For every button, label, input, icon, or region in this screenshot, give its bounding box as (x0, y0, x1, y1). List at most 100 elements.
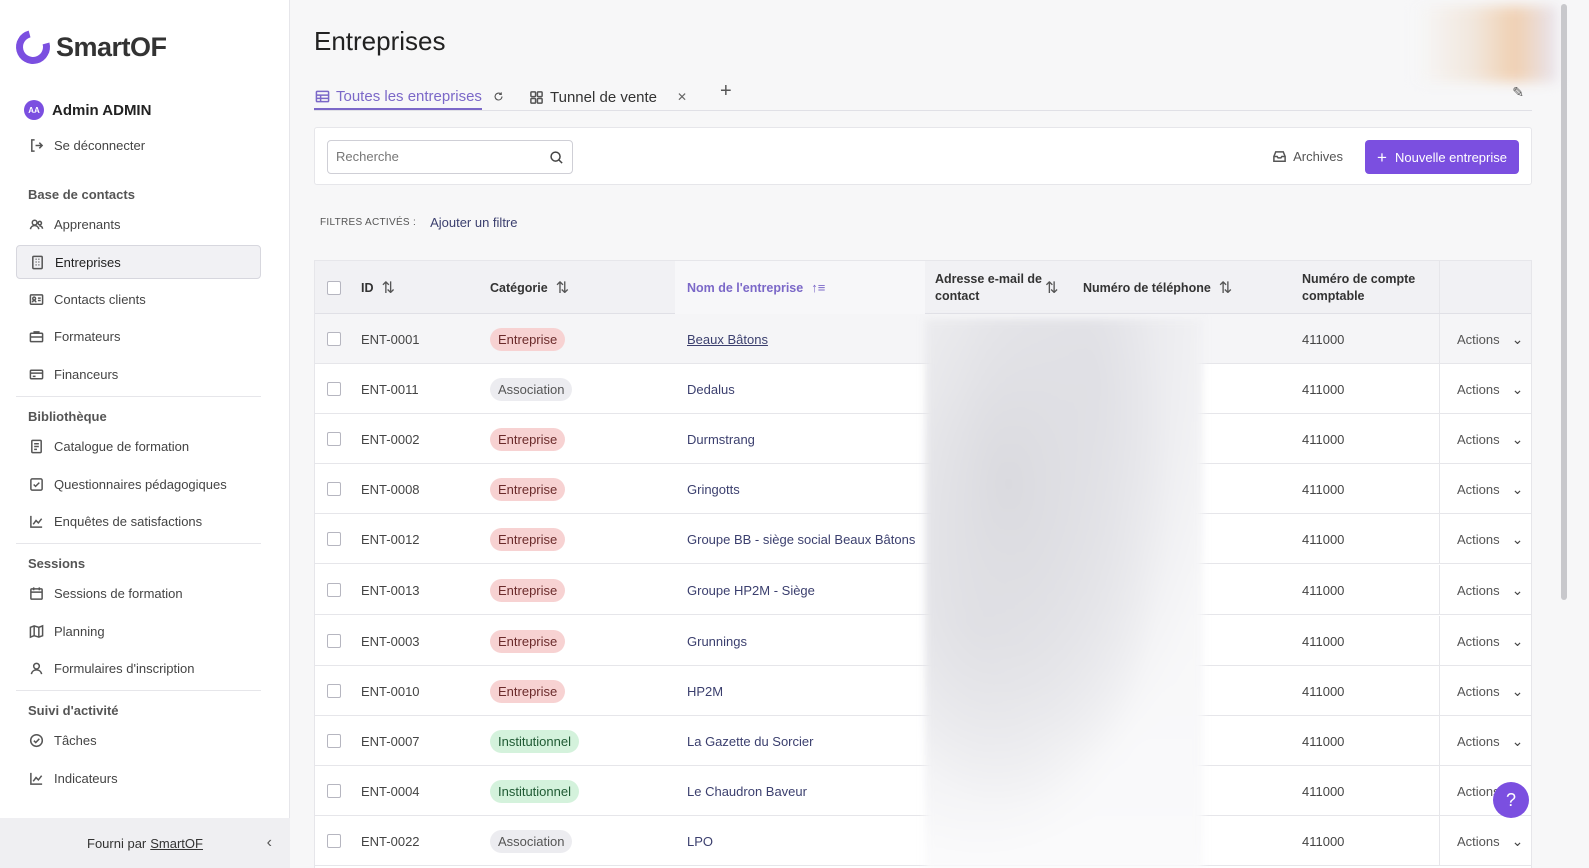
actions-label: Actions (1457, 633, 1500, 649)
cell-account: 411000 (1302, 783, 1345, 799)
tab-all-companies[interactable]: Toutes les entreprises (314, 84, 482, 110)
sidebar-item-catalogue[interactable]: Catalogue de formation (16, 429, 261, 463)
sidebar-item-entreprises[interactable]: Entreprises (16, 245, 261, 279)
actions-dropdown[interactable]: Actions ⌄ (1457, 364, 1523, 414)
row-checkbox[interactable] (327, 684, 341, 698)
sort-icon[interactable]: ⇅ (556, 278, 569, 298)
chevron-down-icon: ⌄ (1511, 632, 1524, 649)
tab-sales-funnel[interactable]: Tunnel de vente ✕ (528, 84, 687, 110)
book-icon (28, 438, 44, 454)
sidebar-item-apprenants[interactable]: Apprenants (16, 207, 261, 241)
sidebar-item-financeurs[interactable]: Financeurs (16, 357, 261, 391)
edit-icon[interactable]: ✎ (1512, 84, 1524, 101)
actions-dropdown[interactable]: Actions ⌄ (1457, 464, 1523, 514)
logout-link[interactable]: Se déconnecter (28, 137, 145, 153)
column-header-id[interactable]: ID ⇅ (361, 261, 395, 314)
add-filter-button[interactable]: Ajouter un filtre (430, 215, 517, 230)
cell-account: 411000 (1302, 683, 1345, 699)
cell-company-name[interactable]: HP2M (687, 666, 723, 716)
actions-dropdown[interactable]: Actions ⌄ (1457, 514, 1523, 564)
column-header-name[interactable]: Nom de l'entreprise ↑≡ (687, 261, 825, 314)
row-checkbox[interactable] (327, 834, 341, 848)
column-header-account[interactable]: Numéro de compte comptable (1302, 261, 1432, 314)
sidebar-item-sessions[interactable]: Sessions de formation (16, 576, 261, 610)
scrollbar[interactable] (1561, 4, 1567, 600)
footer-link[interactable]: SmartOF (150, 836, 203, 851)
row-checkbox[interactable] (327, 784, 341, 798)
row-checkbox[interactable] (327, 583, 341, 597)
column-header-phone[interactable]: Numéro de téléphone ⇅ (1083, 261, 1232, 314)
table-row[interactable]: ENT-0001 Entreprise Beaux Bâtons 411000 Acti… (315, 314, 1531, 364)
row-checkbox[interactable] (327, 432, 341, 446)
actions-dropdown[interactable]: Actions ⌄ (1457, 666, 1523, 716)
cell-id: ENT-0001 (361, 331, 420, 347)
new-company-button[interactable]: + Nouvelle entreprise (1365, 140, 1519, 174)
cell-company-name[interactable]: Dedalus (687, 364, 735, 414)
actions-dropdown[interactable]: Actions ⌄ (1457, 816, 1523, 866)
cell-company-name[interactable]: Durmstrang (687, 414, 755, 464)
actions-dropdown[interactable]: Actions ⌄ (1457, 716, 1523, 766)
refresh-icon[interactable] (490, 88, 506, 104)
archives-button[interactable]: Archives (1271, 148, 1343, 164)
table-row[interactable]: ENT-0002 Entreprise Durmstrang 411000 Action… (315, 414, 1531, 464)
sort-asc-icon[interactable]: ↑≡ (811, 280, 825, 295)
actions-label: Actions (1457, 733, 1500, 749)
add-tab-icon[interactable]: + (720, 80, 732, 103)
sidebar-item-formulaires[interactable]: Formulaires d'inscription (16, 651, 261, 685)
category-badge: Institutionnel (490, 729, 579, 753)
sort-icon[interactable]: ⇅ (382, 278, 395, 298)
sidebar-item-planning[interactable]: Planning (16, 614, 261, 648)
search-icon[interactable] (548, 149, 564, 165)
row-checkbox[interactable] (327, 634, 341, 648)
row-checkbox[interactable] (327, 482, 341, 496)
close-tab-icon[interactable]: ✕ (677, 90, 687, 104)
main-content: Entreprises Toutes les entreprises Tunne… (290, 0, 1589, 868)
row-checkbox[interactable] (327, 734, 341, 748)
row-checkbox[interactable] (327, 332, 341, 346)
sort-icon[interactable]: ⇅ (1045, 278, 1058, 298)
cell-company-name[interactable]: Beaux Bâtons (687, 314, 768, 364)
sidebar-item-formateurs[interactable]: Formateurs (16, 319, 261, 353)
cell-company-name[interactable]: La Gazette du Sorcier (687, 716, 813, 766)
row-checkbox[interactable] (327, 382, 341, 396)
sidebar-item-enquetes[interactable]: Enquêtes de satisfactions (16, 504, 261, 538)
sidebar-item-indicateurs[interactable]: Indicateurs (16, 761, 261, 795)
table-row[interactable]: ENT-0003 Entreprise Grunnings 411000 Actions… (315, 616, 1531, 666)
actions-dropdown[interactable]: Actions ⌄ (1457, 414, 1523, 464)
sort-icon[interactable]: ⇅ (1219, 278, 1232, 298)
cell-category: Entreprise (490, 314, 566, 364)
sidebar-item-contacts-clients[interactable]: Contacts clients (16, 282, 261, 316)
table-row[interactable]: ENT-0010 Entreprise HP2M 411000 Actions ⌄ (315, 666, 1531, 716)
table-row[interactable]: ENT-0013 Entreprise Groupe HP2M - Siège 411… (315, 565, 1531, 615)
column-label: Catégorie (490, 280, 548, 295)
table-row[interactable]: ENT-0012 Entreprise Groupe BB - siège soci… (315, 514, 1531, 564)
logo[interactable]: SmartOF (9, 23, 167, 71)
table-row[interactable]: ENT-0008 Entreprise Gringotts 411000 Actions… (315, 464, 1531, 514)
cell-company-name[interactable]: Groupe HP2M - Siège (687, 565, 815, 615)
cell-company-name[interactable]: Grunnings (687, 616, 747, 666)
cell-company-name[interactable]: Le Chaudron Baveur (687, 766, 807, 816)
sidebar-item-taches[interactable]: Tâches (16, 723, 261, 757)
table-row[interactable]: ENT-0007 Institutionnel La Gazette du Sorc… (315, 716, 1531, 766)
actions-dropdown[interactable]: Actions ⌄ (1457, 565, 1523, 615)
actions-dropdown[interactable]: Actions ⌄ (1457, 314, 1523, 364)
actions-dropdown[interactable]: Actions ⌄ (1457, 616, 1523, 666)
sidebar-section-title: Bibliothèque (28, 409, 107, 424)
cell-company-name[interactable]: Gringotts (687, 464, 740, 514)
table-row[interactable]: ENT-0022 Association LPO 411000 Actions ⌄ (315, 816, 1531, 866)
search-input[interactable] (336, 141, 546, 171)
column-header-email[interactable]: Adresse e-mail de contact (935, 261, 1045, 314)
cell-company-name[interactable]: LPO (687, 816, 713, 866)
select-all-checkbox[interactable] (327, 280, 341, 295)
help-button[interactable]: ? (1493, 782, 1529, 818)
row-checkbox[interactable] (327, 532, 341, 546)
table-row[interactable]: ENT-0004 Institutionnel Le Chaudron Baveur… (315, 766, 1531, 816)
chevron-down-icon: ⌄ (1511, 530, 1524, 547)
checkbox-icon (28, 476, 44, 492)
table-row[interactable]: ENT-0011 Association Dedalus 411000 Actions ⌄ (315, 364, 1531, 414)
collapse-sidebar-icon[interactable]: ‹ (267, 834, 272, 852)
sidebar-item-questionnaires[interactable]: Questionnaires pédagogiques (16, 467, 261, 501)
column-header-category[interactable]: Catégorie ⇅ (490, 261, 569, 314)
cell-company-name[interactable]: Groupe BB - siège social Beaux Bâtons (687, 514, 915, 564)
user-profile[interactable]: AA Admin ADMIN (24, 100, 151, 120)
